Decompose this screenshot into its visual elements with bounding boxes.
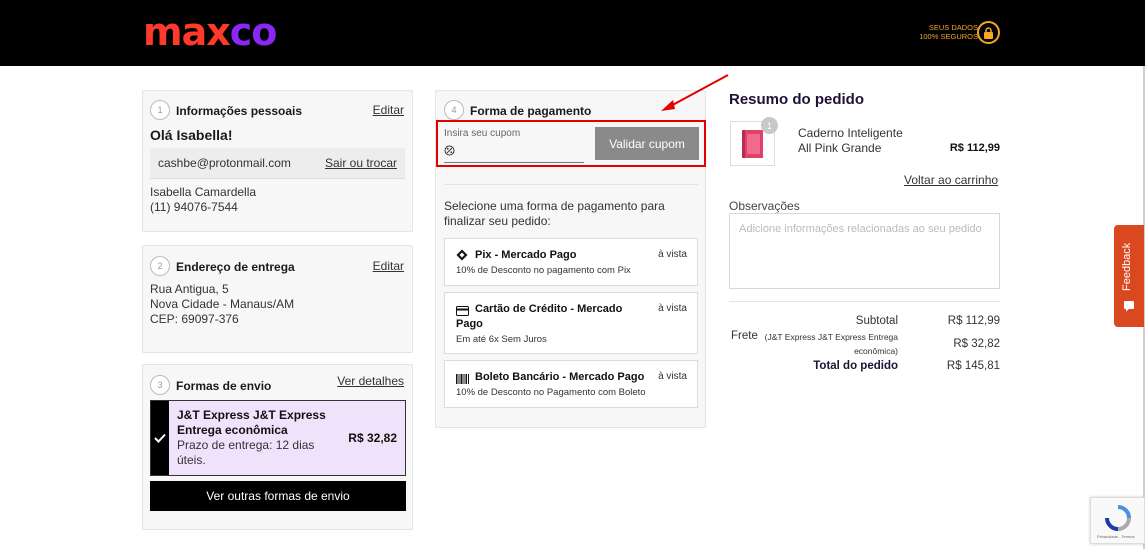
payment-option-pix[interactable]: Pix - Mercado Pago à vista 10% de Descon… xyxy=(444,238,698,286)
step-number: 2 xyxy=(150,256,170,276)
maxco-logo[interactable]: maxco xyxy=(143,10,278,54)
secure-line-2: 100% SEGUROS xyxy=(919,32,978,41)
address-line-1: Rua Antigua, 5 xyxy=(150,282,229,296)
product-name-line-2: All Pink Grande xyxy=(798,141,882,155)
step-number: 1 xyxy=(150,100,170,120)
address-title: Endereço de entrega xyxy=(176,260,295,274)
logo-part-co: co xyxy=(229,10,278,54)
feedback-label: Feedback xyxy=(1121,242,1133,291)
product-name: Caderno Inteligente All Pink Grande xyxy=(798,126,928,156)
annotation-arrow xyxy=(661,74,729,111)
pix-sub: 10% de Desconto no pagamento com Pix xyxy=(456,265,631,276)
pix-title: Pix - Mercado Pago xyxy=(475,249,577,261)
payment-instructions-1: Selecione uma forma de pagamento para xyxy=(444,199,665,213)
freight-value: R$ 32,82 xyxy=(953,338,1000,350)
divider xyxy=(729,301,1000,302)
freight-label: Frete xyxy=(731,330,758,342)
secure-data-label: SEUS DADOS 100% SEGUROS xyxy=(918,23,978,41)
shipping-eta-2: úteis. xyxy=(177,453,206,467)
shipping-price: R$ 32,82 xyxy=(348,431,397,445)
annotation-highlight-box xyxy=(436,120,706,167)
payment-title: Forma de pagamento xyxy=(470,104,592,118)
freight-detail-2: econômica) xyxy=(854,346,898,356)
shipping-title: Formas de envio xyxy=(176,379,272,393)
boleto-side: à vista xyxy=(658,371,687,382)
boleto-title: Boleto Bancário - Mercado Pago xyxy=(475,371,645,383)
product-price: R$ 112,99 xyxy=(949,142,1000,154)
credit-card-sub: Em até 6x Sem Juros xyxy=(456,334,547,345)
feedback-icon xyxy=(1123,299,1135,317)
email-box: cashbe@protonmail.com Sair ou trocar xyxy=(150,148,405,179)
shipping-eta-1: Prazo de entrega: 12 dias xyxy=(177,438,315,452)
shipping-option-selected[interactable]: J&T Express J&T Express Entrega econômic… xyxy=(150,400,406,476)
product-name-line-1: Caderno Inteligente xyxy=(798,126,903,140)
subtotal-label: Subtotal xyxy=(855,315,898,327)
check-icon xyxy=(151,401,169,475)
back-to-cart-link[interactable]: Voltar ao carrinho xyxy=(904,173,998,187)
greeting: Olá Isabella! xyxy=(150,127,233,143)
user-name: Isabella Camardella xyxy=(150,185,257,199)
secure-line-1: SEUS DADOS xyxy=(928,23,978,32)
edit-personal-link[interactable]: Editar xyxy=(373,103,404,117)
shipping-option-name-1: J&T Express J&T Express xyxy=(177,408,326,422)
personal-info-card: 1 Informações pessoais Editar Olá Isabel… xyxy=(142,90,413,232)
payment-option-boleto[interactable]: Boleto Bancário - Mercado Pago à vista 1… xyxy=(444,360,698,408)
freight-detail-1: (J&T Express J&T Express Entrega xyxy=(764,332,898,342)
total-value: R$ 145,81 xyxy=(946,360,1000,372)
pix-icon xyxy=(456,248,468,266)
shipping-card: 3 Formas de envio Ver detalhes J&T Expre… xyxy=(142,364,413,530)
summary-title: Resumo do pedido xyxy=(729,91,864,108)
observations-label: Observações xyxy=(729,199,800,213)
credit-card-title-2: Pago xyxy=(456,318,483,330)
lock-icon xyxy=(977,21,1000,44)
payment-instructions-2: finalizar seu pedido: xyxy=(444,214,551,228)
observations-textarea[interactable]: Adicione informações relacionadas ao seu… xyxy=(729,213,1000,289)
address-cep: CEP: 69097-376 xyxy=(150,312,239,326)
top-bar: maxco SEUS DADOS 100% SEGUROS xyxy=(0,0,1145,66)
address-card: 2 Endereço de entrega Editar Rua Antigua… xyxy=(142,245,413,353)
edit-address-link[interactable]: Editar xyxy=(373,259,404,273)
step-number: 4 xyxy=(444,100,464,120)
total-label: Total do pedido xyxy=(813,360,898,372)
address-line-2: Nova Cidade - Manaus/AM xyxy=(150,297,295,311)
payment-option-credit-card[interactable]: Cartão de Crédito - Mercado Pago à vista… xyxy=(444,292,698,354)
quantity-badge: 1 xyxy=(761,117,778,134)
more-shipping-button[interactable]: Ver outras formas de envio xyxy=(150,481,406,511)
subtotal-value: R$ 112,99 xyxy=(947,315,1000,327)
personal-info-title: Informações pessoais xyxy=(176,104,303,118)
logo-part-max: max xyxy=(143,10,231,54)
credit-card-title: Cartão de Crédito - Mercado xyxy=(475,303,623,315)
recaptcha-badge[interactable]: Privacidade - Termos xyxy=(1090,497,1145,544)
credit-card-side: à vista xyxy=(658,303,687,314)
recaptcha-icon xyxy=(1103,504,1133,537)
boleto-sub: 10% de Desconto no Pagamento com Boleto xyxy=(456,387,646,398)
step-number: 3 xyxy=(150,375,170,395)
user-phone: (11) 94076-7544 xyxy=(150,200,238,214)
shipping-option-name-2: Entrega econômica xyxy=(177,423,288,437)
feedback-tab[interactable]: Feedback xyxy=(1114,225,1144,327)
divider xyxy=(444,184,698,185)
logout-link[interactable]: Sair ou trocar xyxy=(325,156,397,170)
user-email: cashbe@protonmail.com xyxy=(158,156,291,170)
recaptcha-text[interactable]: Privacidade - Termos xyxy=(1097,534,1135,539)
pix-side: à vista xyxy=(658,249,687,260)
shipping-details-link[interactable]: Ver detalhes xyxy=(337,374,404,388)
